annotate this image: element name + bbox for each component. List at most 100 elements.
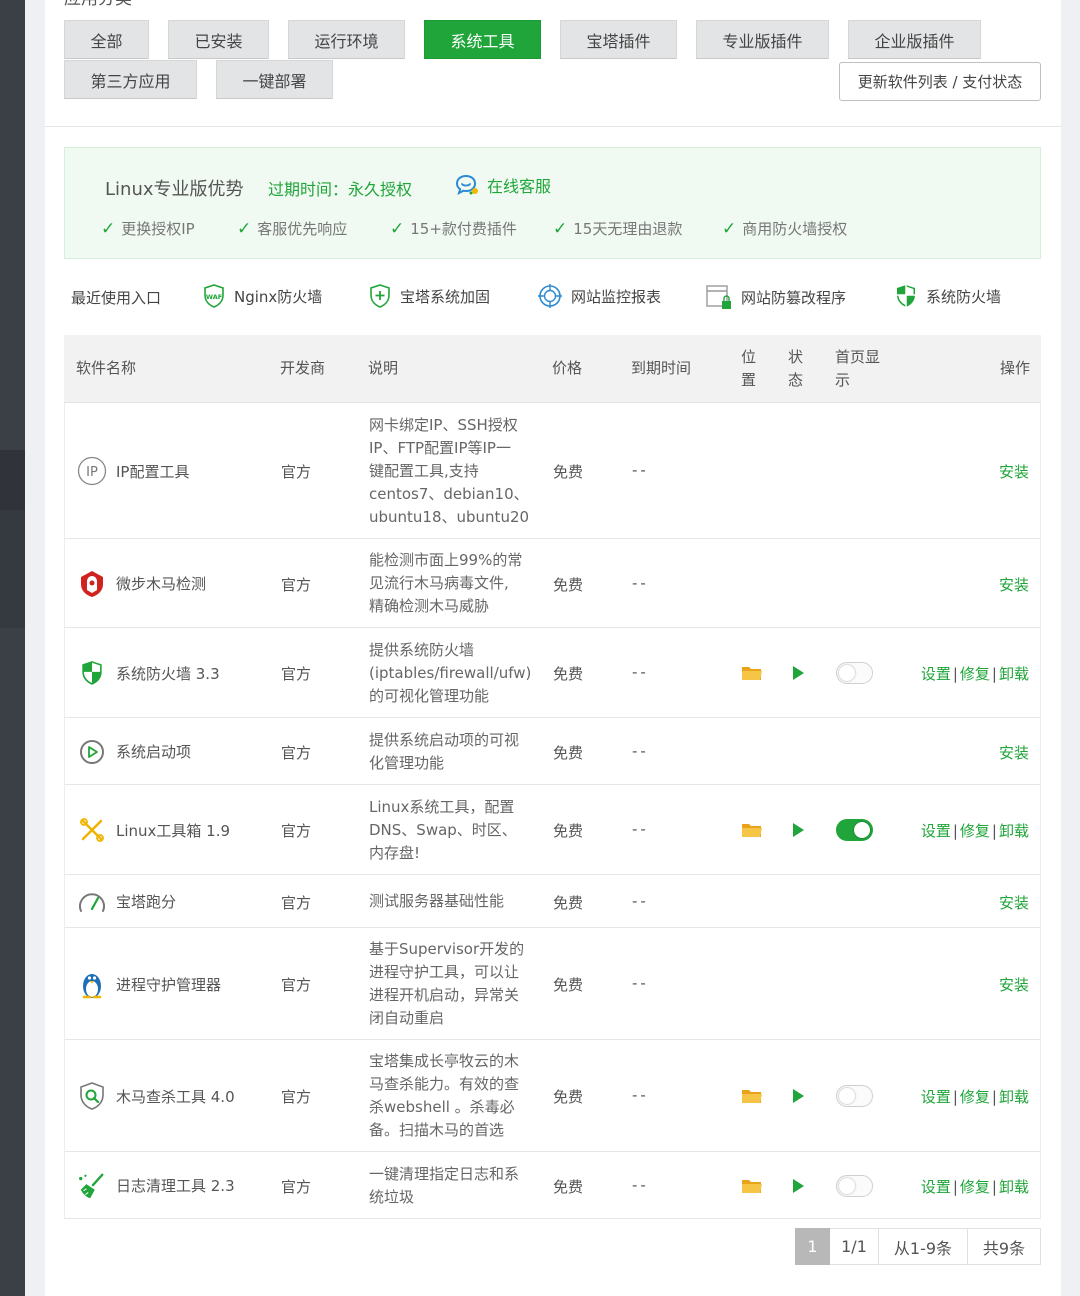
- software-name-cell: 进程守护管理器: [77, 969, 221, 999]
- software-name-cell: 木马查杀工具 4.0: [77, 1081, 235, 1111]
- header-homepage: 首页显示: [835, 348, 881, 389]
- header-actions: 操作: [999, 359, 1030, 377]
- broom-icon: [77, 1171, 107, 1201]
- category-runtime[interactable]: 运行环境: [288, 20, 405, 59]
- homepage-toggle[interactable]: [836, 819, 873, 841]
- description-line: 测试服务器基础性能: [369, 892, 505, 910]
- category-all[interactable]: 全部: [64, 20, 149, 59]
- action-separator: |: [952, 1177, 958, 1196]
- expire-date: --: [632, 891, 649, 910]
- software-name: Linux工具箱 1.9: [116, 821, 231, 840]
- page-current[interactable]: 1: [795, 1228, 830, 1265]
- header-expire: 到期时间: [631, 359, 692, 377]
- toggle-knob: [839, 1088, 855, 1104]
- homepage-toggle[interactable]: [836, 662, 873, 684]
- description-line: centos7、debian10、: [369, 484, 529, 503]
- recent-item-system-hardening[interactable]: 宝塔系统加固: [368, 283, 490, 309]
- left-sidebar: [0, 0, 25, 1296]
- play-icon[interactable]: [791, 1178, 805, 1198]
- software-name: 系统防火墙 3.3: [116, 664, 220, 683]
- recent-item-firewall[interactable]: 系统防火墙: [894, 283, 1001, 309]
- repair-link[interactable]: 修复: [960, 1178, 990, 1196]
- description-line: 一键清理指定日志和系: [369, 1164, 520, 1183]
- update-software-list-button[interactable]: 更新软件列表 / 支付状态: [839, 62, 1041, 101]
- action-separator: |: [952, 665, 958, 683]
- repair-link[interactable]: 修复: [960, 1088, 990, 1106]
- description-line: 基于Supervisor开发的: [369, 940, 525, 958]
- folder-icon[interactable]: [741, 1087, 763, 1109]
- description-line: (iptables/firewall/ufw): [369, 663, 532, 682]
- folder-icon[interactable]: [741, 821, 763, 843]
- description: 测试服务器基础性能: [369, 890, 537, 913]
- recent-item-tamper-proof[interactable]: 网站防篡改程序: [705, 283, 846, 311]
- online-service-link[interactable]: 在线客服: [455, 173, 551, 197]
- table-row: IP IP配置工具 官方 网卡绑定IP、SSH授权 IP、FTP配置IP等IP一 键配置工…: [64, 403, 1041, 539]
- category-pro-plugins[interactable]: 专业版插件: [696, 20, 829, 59]
- price: 免费: [553, 743, 584, 762]
- settings-link[interactable]: 设置: [921, 1088, 951, 1106]
- play-icon[interactable]: [791, 665, 805, 685]
- homepage-toggle[interactable]: [836, 1174, 873, 1197]
- action-separator: |: [952, 822, 958, 840]
- penguin-icon: [77, 968, 107, 1000]
- homepage-toggle[interactable]: [836, 1085, 873, 1107]
- uninstall-link[interactable]: 卸载: [999, 822, 1029, 840]
- install-link[interactable]: 安装: [999, 892, 1029, 913]
- recent-item-nginx-waf[interactable]: WAF Nginx防火墙: [202, 283, 322, 309]
- pro-advantages-banner: Linux专业版优势 过期时间：永久授权 在线客服 ✓ 更换授权IP ✓ 客服优先响…: [64, 147, 1041, 259]
- folder-icon[interactable]: [741, 1177, 763, 1199]
- settings-link[interactable]: 设置: [921, 1178, 951, 1196]
- install-link[interactable]: 安装: [999, 742, 1029, 763]
- crosshair-icon: [537, 283, 563, 309]
- description-line: 能检测市面上99%的常: [369, 551, 523, 569]
- table-row: 系统启动项 官方 提供系统启动项的可视 化管理功能 免费 -- 安装: [64, 718, 1041, 785]
- expire-date: --: [632, 741, 649, 760]
- settings-link[interactable]: 设置: [921, 822, 951, 840]
- ip-icon: IP: [77, 456, 107, 486]
- page-count: 1/1: [830, 1228, 879, 1265]
- install-link[interactable]: 安装: [999, 974, 1029, 995]
- install-link[interactable]: 安装: [999, 461, 1029, 482]
- table-row: 微步木马检测 官方 能检测市面上99%的常 见流行木马病毒文件, 精确检测木马威胁 免费 -…: [64, 539, 1041, 628]
- svg-text:WAF: WAF: [206, 293, 222, 301]
- category-third-party[interactable]: 第三方应用: [64, 60, 197, 99]
- category-one-click-deploy[interactable]: 一键部署: [216, 60, 333, 99]
- uninstall-link[interactable]: 卸载: [999, 1178, 1029, 1196]
- developer: 官方: [281, 1088, 312, 1106]
- description-line: 网卡绑定IP、SSH授权: [369, 415, 518, 434]
- install-link[interactable]: 安装: [999, 574, 1029, 595]
- description-line: 杀webshell 。杀毒必: [369, 1098, 515, 1116]
- developer: 官方: [281, 893, 312, 912]
- category-enterprise-plugins[interactable]: 企业版插件: [848, 20, 981, 59]
- shield-plus-icon: [368, 283, 392, 309]
- category-system-tools[interactable]: 系统工具: [424, 20, 541, 59]
- toggle-knob: [854, 822, 870, 838]
- description-line: 化管理功能: [369, 753, 445, 772]
- check-icon: ✓: [722, 218, 737, 239]
- sidebar-highlight[interactable]: [0, 450, 25, 510]
- repair-link[interactable]: 修复: [960, 822, 990, 840]
- play-icon[interactable]: [791, 1088, 805, 1108]
- play-icon[interactable]: [791, 822, 805, 842]
- firewall-shield-icon: [77, 659, 107, 687]
- software-name-cell: 宝塔跑分: [77, 887, 176, 917]
- description: 能检测市面上99%的常 见流行木马病毒文件, 精确检测木马威胁: [369, 549, 537, 618]
- header-price: 价格: [552, 359, 583, 377]
- category-bt-plugins[interactable]: 宝塔插件: [560, 20, 677, 59]
- description: Linux系统工具，配置 DNS、Swap、时区、 内存盘!: [369, 796, 537, 865]
- software-name-cell: Linux工具箱 1.9: [77, 815, 230, 845]
- price: 免费: [553, 893, 584, 912]
- description-line: 内存盘!: [369, 843, 421, 862]
- description-line: IP、FTP配置IP等IP一: [369, 438, 511, 457]
- uninstall-link[interactable]: 卸载: [999, 665, 1029, 683]
- recent-item-site-monitor[interactable]: 网站监控报表: [537, 283, 661, 309]
- uninstall-link[interactable]: 卸载: [999, 1088, 1029, 1106]
- category-installed[interactable]: 已安装: [168, 20, 269, 59]
- recent-entries-label: 最近使用入口: [71, 289, 162, 307]
- settings-link[interactable]: 设置: [921, 665, 951, 683]
- header-status: 状态: [788, 348, 804, 389]
- software-name: 木马查杀工具 4.0: [116, 1087, 235, 1106]
- repair-link[interactable]: 修复: [960, 665, 990, 683]
- description-line: 提供系统启动项的可视: [369, 730, 520, 749]
- folder-icon[interactable]: [741, 664, 763, 686]
